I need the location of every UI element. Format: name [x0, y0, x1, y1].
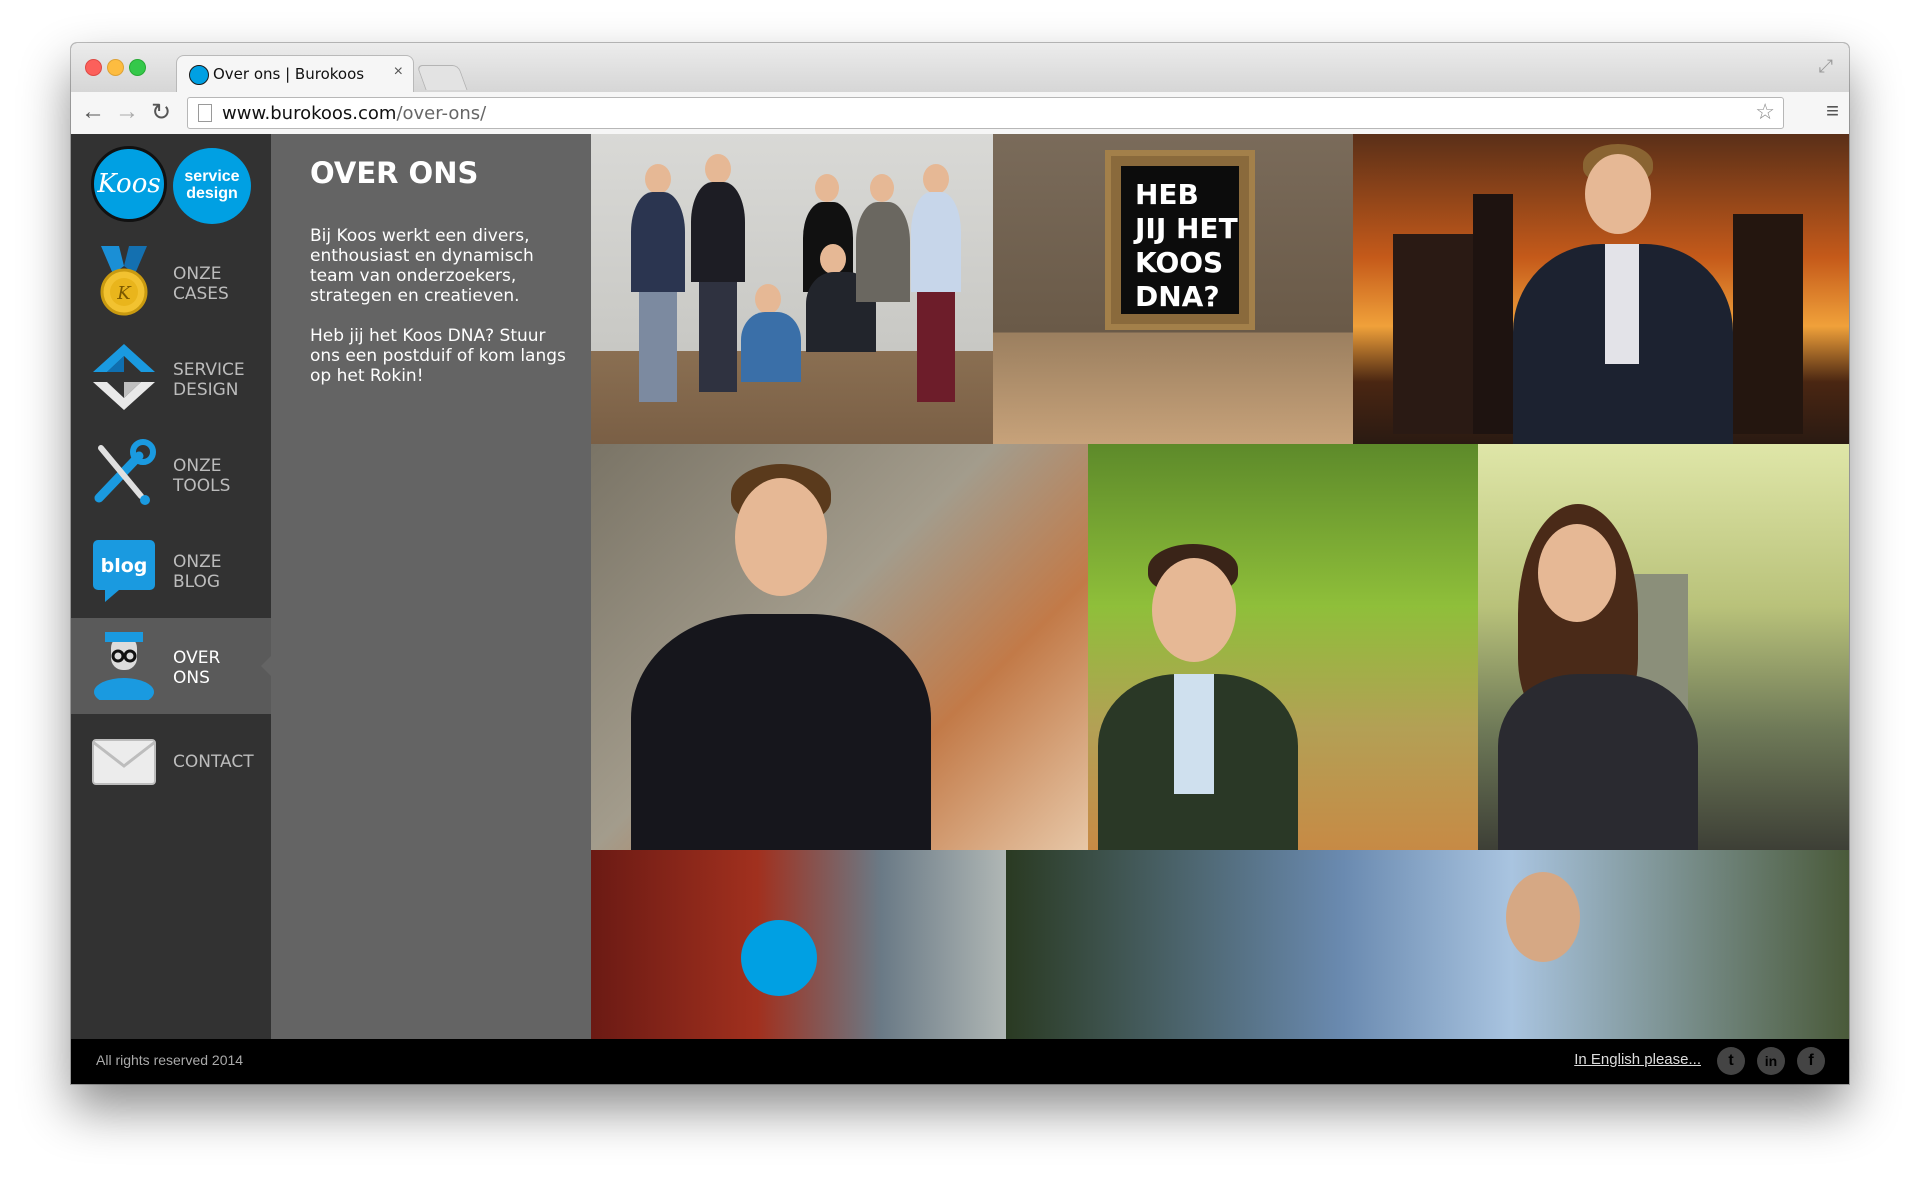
koos-logo: Koos: [91, 146, 167, 222]
nav-onze-cases[interactable]: K ONZE CASES: [71, 234, 271, 330]
nav-contact-label: CONTACT: [173, 752, 254, 772]
team-member-photo-city[interactable]: [1353, 134, 1849, 444]
tab-close-icon[interactable]: ×: [394, 63, 403, 81]
nav-onze-cases-label: ONZE CASES: [173, 264, 229, 304]
favicon-icon: [189, 65, 209, 85]
nav-onze-tools-label: ONZE TOOLS: [173, 456, 230, 496]
forward-icon[interactable]: →: [115, 98, 139, 126]
tools-icon: [94, 439, 156, 505]
url-text: www.burokoos.com/over-ons/: [222, 103, 486, 124]
nav-contact[interactable]: CONTACT: [71, 714, 271, 810]
koos-dna-sign-photo[interactable]: HEB JIJ HET KOOS DNA?: [993, 134, 1353, 444]
tab-title: Over ons | Burokoos: [213, 65, 365, 83]
browser-toolbar: ← → ↻ www.burokoos.com/over-ons/ ☆ ≡: [71, 92, 1849, 135]
reload-icon[interactable]: ↻: [151, 98, 171, 127]
team-member-head: [1506, 872, 1580, 962]
active-indicator: [261, 656, 271, 676]
team-member-photo-trees[interactable]: [1006, 850, 1849, 1039]
service-design-icon: [93, 344, 155, 410]
sidebar: Koos service design K ONZE CASES SERVICE…: [71, 134, 271, 1039]
english-language-link[interactable]: In English please...: [1574, 1051, 1701, 1068]
label-line1: ONZE: [173, 264, 222, 284]
label-line1: ONZE: [173, 456, 222, 476]
label-line2: CASES: [173, 284, 229, 304]
browser-window: Over ons | Burokoos × ⤢ ← → ↻ www.buroko…: [71, 43, 1849, 1084]
fullscreen-icon[interactable]: ⤢: [1819, 56, 1833, 77]
footer: All rights reserved 2014 In English plea…: [71, 1039, 1849, 1084]
nav-service-design-label: SERVICE DESIGN: [173, 360, 245, 400]
skyline-building: [1393, 234, 1473, 434]
page-content: Koos service design K ONZE CASES SERVICE…: [71, 134, 1849, 1084]
skyline-building: [1473, 194, 1513, 434]
team-member-photo-forest[interactable]: [1088, 444, 1478, 850]
team-member-photo-harbor[interactable]: [1478, 444, 1849, 850]
team-group-photo[interactable]: [591, 134, 993, 444]
blog-badge-text: blog: [101, 555, 148, 577]
new-tab-button[interactable]: [416, 65, 468, 90]
zoom-window-button[interactable]: [129, 59, 146, 76]
envelope-icon: [92, 739, 156, 785]
nav-onze-blog[interactable]: blog ONZE BLOG: [71, 522, 271, 618]
koos-avatar-icon: [94, 632, 154, 700]
minimize-window-button[interactable]: [107, 59, 124, 76]
nav-over-ons-label: OVER ONS: [173, 648, 220, 688]
facebook-icon[interactable]: f: [1797, 1047, 1825, 1075]
service-design-logo: service design: [173, 148, 251, 224]
chrome-menu-icon[interactable]: ≡: [1826, 98, 1839, 124]
team-member-photo-curtain[interactable]: [591, 850, 1006, 1039]
intro-paragraph: Bij Koos werkt een divers, enthousiast e…: [310, 226, 534, 306]
back-icon[interactable]: ←: [81, 98, 105, 126]
koos-logo-badge: [741, 920, 817, 996]
label-line2: ONS: [173, 668, 210, 688]
skyline-building: [1733, 214, 1803, 434]
label-line1: SERVICE: [173, 360, 245, 380]
linkedin-icon[interactable]: in: [1757, 1047, 1785, 1075]
url-path: /over-ons/: [396, 103, 487, 124]
twitter-icon[interactable]: t: [1717, 1047, 1745, 1075]
svg-text:K: K: [116, 283, 132, 304]
label-line1: OVER: [173, 648, 221, 668]
close-window-button[interactable]: [85, 59, 102, 76]
label-line2: DESIGN: [173, 380, 239, 400]
recruit-paragraph: Heb jij het Koos DNA? Stuur ons een post…: [310, 326, 566, 386]
page-icon: [198, 104, 212, 122]
team-photo-grid: HEB JIJ HET KOOS DNA?: [591, 134, 1849, 1039]
label-line1: ONZE: [173, 552, 222, 572]
browser-tab[interactable]: Over ons | Burokoos ×: [176, 55, 414, 94]
medal-icon: K: [100, 246, 148, 316]
label-line2: TOOLS: [173, 476, 231, 496]
blog-icon: blog: [93, 540, 155, 602]
about-panel: OVER ONS Bij Koos werkt een divers, enth…: [271, 134, 591, 1039]
team-member-photo-coast[interactable]: [591, 444, 1088, 850]
dna-sign-frame: HEB JIJ HET KOOS DNA?: [1105, 150, 1255, 330]
nav-onze-blog-label: ONZE BLOG: [173, 552, 222, 592]
nav-over-ons[interactable]: OVER ONS: [71, 618, 271, 714]
label-line2: BLOG: [173, 572, 221, 592]
dna-sign-text: HEB JIJ HET KOOS DNA?: [1121, 166, 1239, 314]
copyright-text: All rights reserved 2014: [96, 1052, 244, 1068]
bookmark-star-icon[interactable]: ☆: [1755, 99, 1775, 125]
address-bar[interactable]: www.burokoos.com/over-ons/ ☆: [187, 97, 1784, 129]
title-bar: Over ons | Burokoos × ⤢: [71, 43, 1849, 94]
nav-service-design[interactable]: SERVICE DESIGN: [71, 330, 271, 426]
page-title: OVER ONS: [310, 156, 479, 190]
nav-onze-tools[interactable]: ONZE TOOLS: [71, 426, 271, 522]
url-domain: www.burokoos.com: [222, 103, 397, 124]
